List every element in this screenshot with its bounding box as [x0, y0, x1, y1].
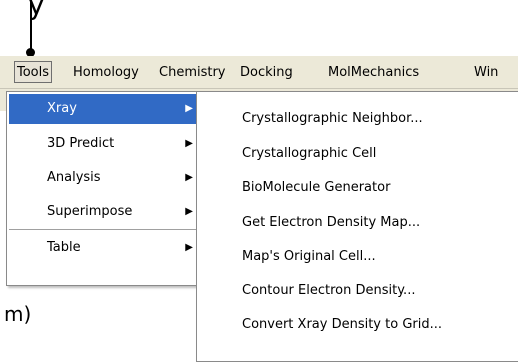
tools-menu-item-label: Superimpose — [47, 204, 133, 219]
menu-molmechanics[interactable]: MolMechanics — [328, 63, 419, 83]
submenu-arrow-icon: ▶ — [185, 172, 193, 183]
xray-item-crystallographic-neighbor[interactable]: Crystallographic Neighbor... — [197, 102, 518, 136]
xray-item-label: Crystallographic Cell — [242, 146, 377, 161]
menu-tools[interactable]: Tools — [14, 61, 53, 83]
xray-item-label: Map's Original Cell... — [242, 249, 376, 264]
xray-item-label: Convert Xray Density to Grid... — [242, 317, 442, 332]
xray-item-label: Contour Electron Density... — [242, 283, 416, 298]
annotation-pointer-line — [30, 0, 32, 52]
submenu-arrow-icon: ▶ — [185, 242, 193, 253]
tools-menu-item-label: Xray — [47, 101, 77, 116]
menu-homology[interactable]: Homology — [73, 63, 139, 83]
xray-item-crystallographic-cell[interactable]: Crystallographic Cell — [197, 137, 518, 171]
xray-item-get-electron-density-map[interactable]: Get Electron Density Map... — [197, 206, 518, 240]
tools-menu-item-label: 3D Predict — [47, 136, 115, 151]
tools-menu-item-xray[interactable]: Xray ▶ — [9, 94, 197, 124]
xray-item-biomolecule-generator[interactable]: BioMolecule Generator — [197, 171, 518, 205]
tools-menu-item-3d-predict[interactable]: 3D Predict ▶ — [9, 129, 197, 159]
menubar: Tools Homology Chemistry Docking MolMech… — [0, 56, 518, 89]
xray-item-label: Crystallographic Neighbor... — [242, 111, 423, 126]
xray-item-label: BioMolecule Generator — [242, 180, 391, 195]
xray-item-contour-electron-density[interactable]: Contour Electron Density... — [197, 274, 518, 308]
menu-separator — [9, 229, 197, 231]
xray-item-maps-original-cell[interactable]: Map's Original Cell... — [197, 240, 518, 274]
tools-menu-item-table[interactable]: Table ▶ — [9, 233, 197, 263]
xray-item-label: Get Electron Density Map... — [242, 215, 421, 230]
tools-menu-item-superimpose[interactable]: Superimpose ▶ — [9, 197, 197, 227]
menu-chemistry[interactable]: Chemistry — [159, 63, 226, 83]
tools-menu-item-label: Analysis — [47, 170, 101, 185]
tools-menu-item-analysis[interactable]: Analysis ▶ — [9, 163, 197, 193]
xray-item-convert-xray-density-to-grid[interactable]: Convert Xray Density to Grid... — [197, 308, 518, 342]
background-text-m: m) — [4, 302, 32, 326]
submenu-arrow-icon: ▶ — [185, 206, 193, 217]
submenu-arrow-icon: ▶ — [185, 138, 193, 149]
xray-submenu: Crystallographic Neighbor... Crystallogr… — [196, 91, 518, 362]
menu-docking[interactable]: Docking — [240, 63, 293, 83]
application-window: y Tools Homology Chemistry Docking MolMe… — [0, 0, 518, 362]
tools-menu: Xray ▶ 3D Predict ▶ Analysis ▶ Superimpo… — [6, 91, 200, 286]
submenu-arrow-icon: ▶ — [185, 103, 193, 114]
tools-menu-item-label: Table — [47, 240, 81, 255]
menu-window[interactable]: Win — [474, 63, 498, 83]
